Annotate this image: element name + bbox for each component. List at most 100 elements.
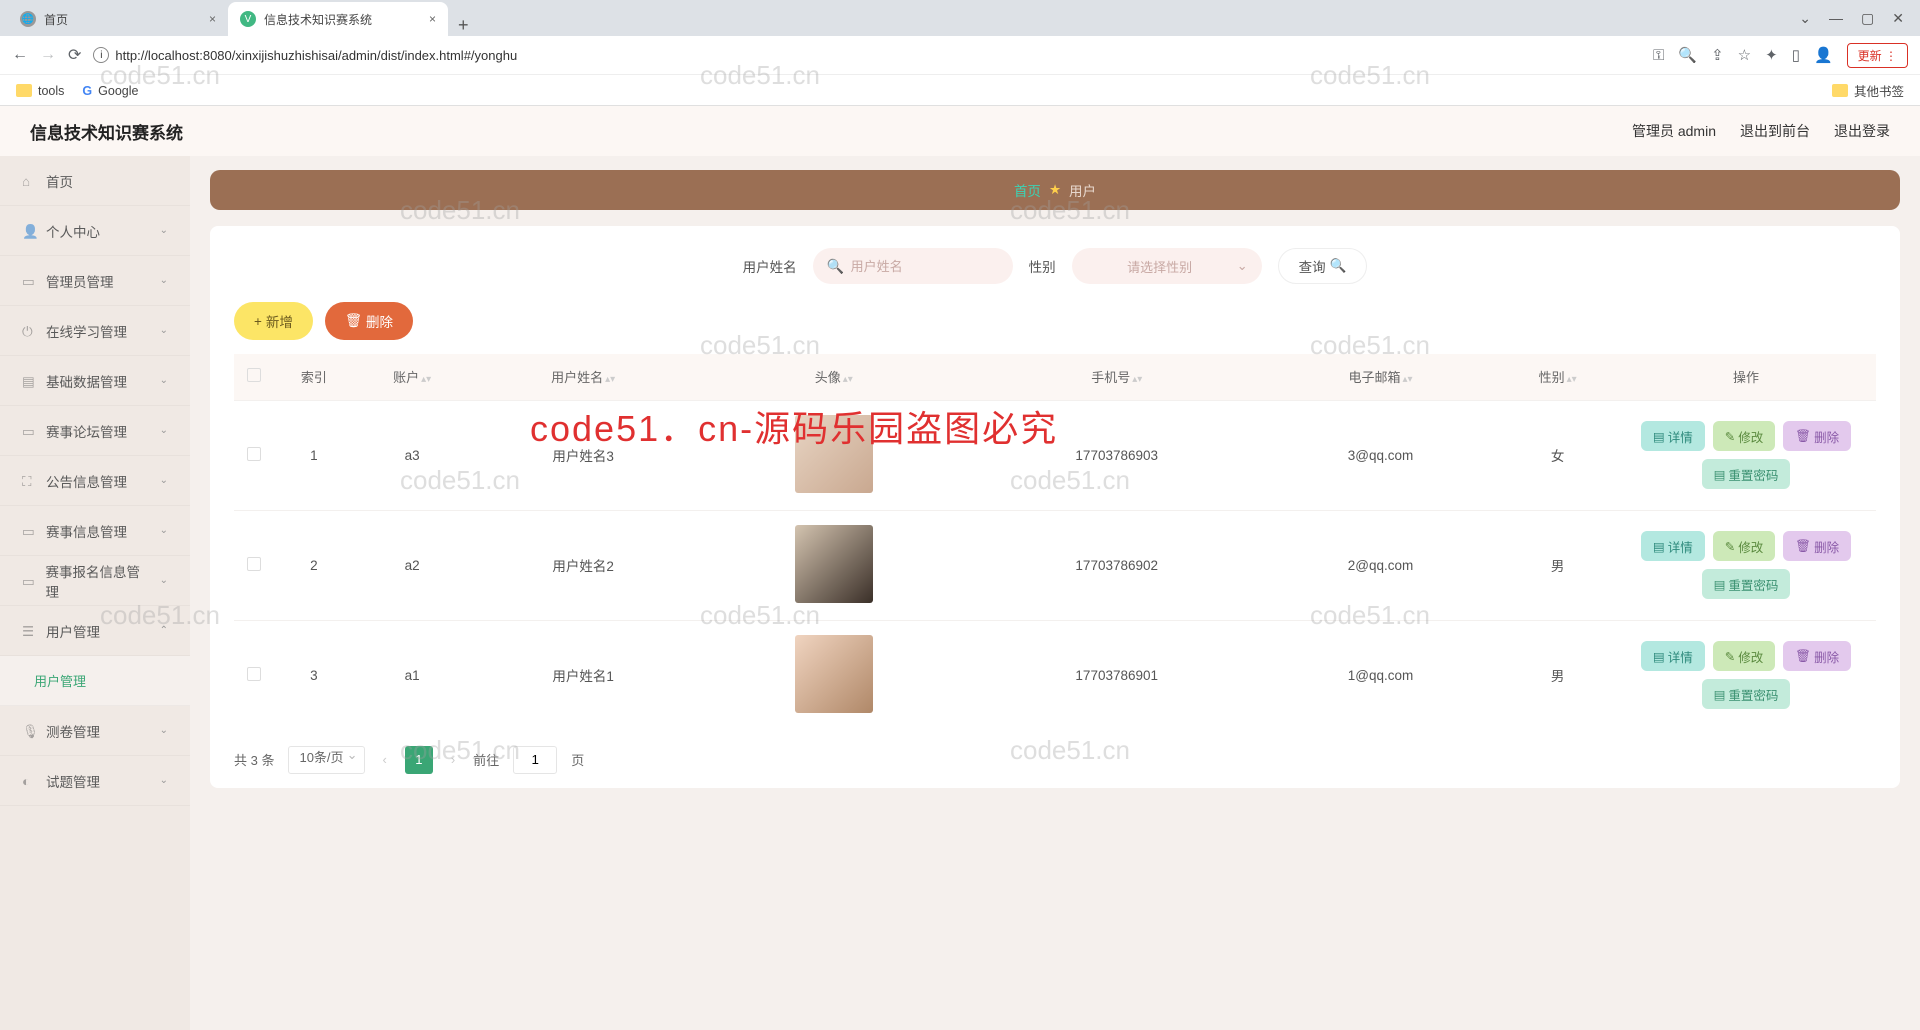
cell-index: 2	[274, 510, 354, 620]
cell-phone: 17703786901	[972, 620, 1262, 730]
logout-button[interactable]: 退出登录	[1834, 121, 1890, 141]
sidebar-item-notice[interactable]: ⛶公告信息管理⌄	[0, 456, 190, 506]
query-button[interactable]: 查询 🔍	[1278, 248, 1368, 284]
search-row: 用户姓名 🔍 性别 请选择性别 查询 🔍	[234, 244, 1876, 302]
breadcrumb-current: 用户	[1069, 180, 1096, 200]
bookmark-other[interactable]: 其他书签	[1832, 81, 1904, 100]
bookmark-star-icon[interactable]: ☆	[1738, 46, 1751, 64]
sidebar-item-basedata[interactable]: ▤基础数据管理⌄	[0, 356, 190, 406]
chevron-down-icon: ⌄	[160, 525, 168, 536]
zoom-icon[interactable]: 🔍	[1678, 46, 1697, 64]
browser-tab-1[interactable]: V 信息技术知识赛系统 ×	[228, 2, 448, 36]
reset-password-button[interactable]: ▤重置密码	[1702, 459, 1791, 489]
forward-icon[interactable]: →	[40, 46, 56, 64]
bookmark-tools[interactable]: tools	[16, 84, 64, 98]
profile-icon[interactable]: 👤	[1814, 46, 1833, 64]
table-row: 3 a1 用户姓名1 17703786901 1@qq.com 男 ▤详情 ✎修…	[234, 620, 1876, 730]
goto-page-input[interactable]	[513, 746, 557, 774]
sidebar-item-question[interactable]: ◐试题管理⌄	[0, 756, 190, 806]
breadcrumb: 首页 ★ 用户	[210, 170, 1900, 210]
edit-button[interactable]: ✎修改	[1713, 641, 1776, 671]
app-title: 信息技术知识赛系统	[30, 119, 183, 144]
reload-icon[interactable]: ⟳	[68, 45, 81, 65]
cell-phone: 17703786903	[972, 400, 1262, 510]
url-box[interactable]: i http://localhost:8080/xinxijishuzhishi…	[93, 47, 1641, 63]
search-icon: 🔍	[827, 258, 844, 275]
close-window-icon[interactable]: ✕	[1892, 10, 1904, 27]
col-account[interactable]: 账户▴▾	[354, 354, 471, 400]
tab-title: 首页	[44, 11, 68, 28]
sidebar-item-forum[interactable]: ▭赛事论坛管理⌄	[0, 406, 190, 456]
user-table: 索引 账户▴▾ 用户姓名▴▾ 头像▴▾ 手机号▴▾ 电子邮箱▴▾ 性别▴▾ 操作…	[234, 354, 1876, 730]
sidebar-item-user-mgmt-sub[interactable]: 用户管理	[0, 656, 190, 706]
data-icon: ▤	[22, 374, 36, 388]
goto-label: 前往	[473, 750, 499, 769]
sidebar-item-user-mgmt[interactable]: ☰用户管理⌃	[0, 606, 190, 656]
sidebar-item-event[interactable]: ▭赛事信息管理⌄	[0, 506, 190, 556]
col-avatar[interactable]: 头像▴▾	[696, 354, 972, 400]
row-checkbox[interactable]	[247, 447, 261, 461]
extensions-icon[interactable]: ✦	[1765, 46, 1778, 64]
update-button[interactable]: 更新 ⋮	[1847, 43, 1908, 68]
detail-button[interactable]: ▤详情	[1641, 421, 1705, 451]
to-front-button[interactable]: 退出到前台	[1740, 121, 1810, 141]
site-info-icon[interactable]: i	[93, 47, 109, 63]
menu-icon: ☰	[22, 624, 36, 638]
chevron-down-icon: ⌄	[160, 275, 168, 286]
row-checkbox[interactable]	[247, 667, 261, 681]
new-tab-button[interactable]: +	[448, 15, 479, 36]
tab-bar: 🌐 首页 × V 信息技术知识赛系统 × + ⌄ — ▢ ✕	[0, 0, 1920, 36]
col-index[interactable]: 索引	[274, 354, 354, 400]
sort-icon: ▴▾	[1132, 377, 1142, 383]
tab-close-icon[interactable]: ×	[209, 12, 216, 26]
sidebar-item-quiz[interactable]: 🎙测卷管理⌄	[0, 706, 190, 756]
minimize-icon[interactable]: —	[1829, 10, 1843, 26]
col-phone[interactable]: 手机号▴▾	[972, 354, 1262, 400]
sort-icon: ▴▾	[605, 377, 615, 383]
sidebar-item-admin[interactable]: ▭管理员管理⌄	[0, 256, 190, 306]
detail-button[interactable]: ▤详情	[1641, 641, 1705, 671]
delete-row-button[interactable]: 🗑删除	[1783, 421, 1851, 451]
back-icon[interactable]: ←	[12, 46, 28, 64]
edit-button[interactable]: ✎修改	[1713, 531, 1776, 561]
share-icon[interactable]: ⇪	[1711, 46, 1724, 64]
pagination: 共 3 条 10条/页 ‹ 1 › 前往 页	[234, 746, 1876, 774]
detail-button[interactable]: ▤详情	[1641, 531, 1705, 561]
table-row: 2 a2 用户姓名2 17703786902 2@qq.com 男 ▤详情 ✎修…	[234, 510, 1876, 620]
breadcrumb-home[interactable]: 首页	[1014, 180, 1041, 200]
pencil-icon: ✎	[1725, 649, 1735, 664]
reset-password-button[interactable]: ▤重置密码	[1702, 569, 1791, 599]
delete-row-button[interactable]: 🗑删除	[1783, 641, 1851, 671]
panel-icon[interactable]: ▯	[1792, 46, 1800, 64]
sidebar-item-study[interactable]: ⏻在线学习管理⌄	[0, 306, 190, 356]
delete-button[interactable]: 🗑删除	[325, 302, 413, 340]
doc-icon: ▤	[1653, 539, 1665, 554]
delete-row-button[interactable]: 🗑删除	[1783, 531, 1851, 561]
page-size-select[interactable]: 10条/页	[288, 746, 364, 774]
search-name-label: 用户姓名	[743, 256, 797, 276]
sidebar-item-signup[interactable]: ▭赛事报名信息管理⌄	[0, 556, 190, 606]
browser-tab-0[interactable]: 🌐 首页 ×	[8, 2, 228, 36]
col-gender[interactable]: 性别▴▾	[1499, 354, 1616, 400]
chevron-down-icon[interactable]: ⌄	[1799, 10, 1811, 27]
edit-button[interactable]: ✎修改	[1713, 421, 1776, 451]
sidebar-item-home[interactable]: ⌂首页	[0, 156, 190, 206]
tab-close-icon[interactable]: ×	[429, 12, 436, 26]
col-name[interactable]: 用户姓名▴▾	[470, 354, 695, 400]
row-checkbox[interactable]	[247, 557, 261, 571]
bookmark-google[interactable]: GGoogle	[82, 84, 138, 98]
add-button[interactable]: +新增	[234, 302, 313, 340]
current-user[interactable]: 管理员 admin	[1632, 121, 1716, 141]
key-icon[interactable]: ⚿	[1653, 47, 1664, 64]
col-email[interactable]: 电子邮箱▴▾	[1262, 354, 1500, 400]
next-page-icon[interactable]: ›	[447, 752, 459, 767]
search-gender-select[interactable]: 请选择性别	[1072, 248, 1262, 284]
reset-password-button[interactable]: ▤重置密码	[1702, 679, 1791, 709]
globe-icon: 🌐	[20, 11, 36, 27]
select-all-checkbox[interactable]	[247, 368, 261, 382]
bookmarks-bar: tools GGoogle 其他书签	[0, 74, 1920, 106]
sidebar-item-personal[interactable]: 👤个人中心⌄	[0, 206, 190, 256]
prev-page-icon[interactable]: ‹	[379, 752, 391, 767]
page-number-current[interactable]: 1	[405, 746, 433, 774]
maximize-icon[interactable]: ▢	[1861, 10, 1874, 27]
